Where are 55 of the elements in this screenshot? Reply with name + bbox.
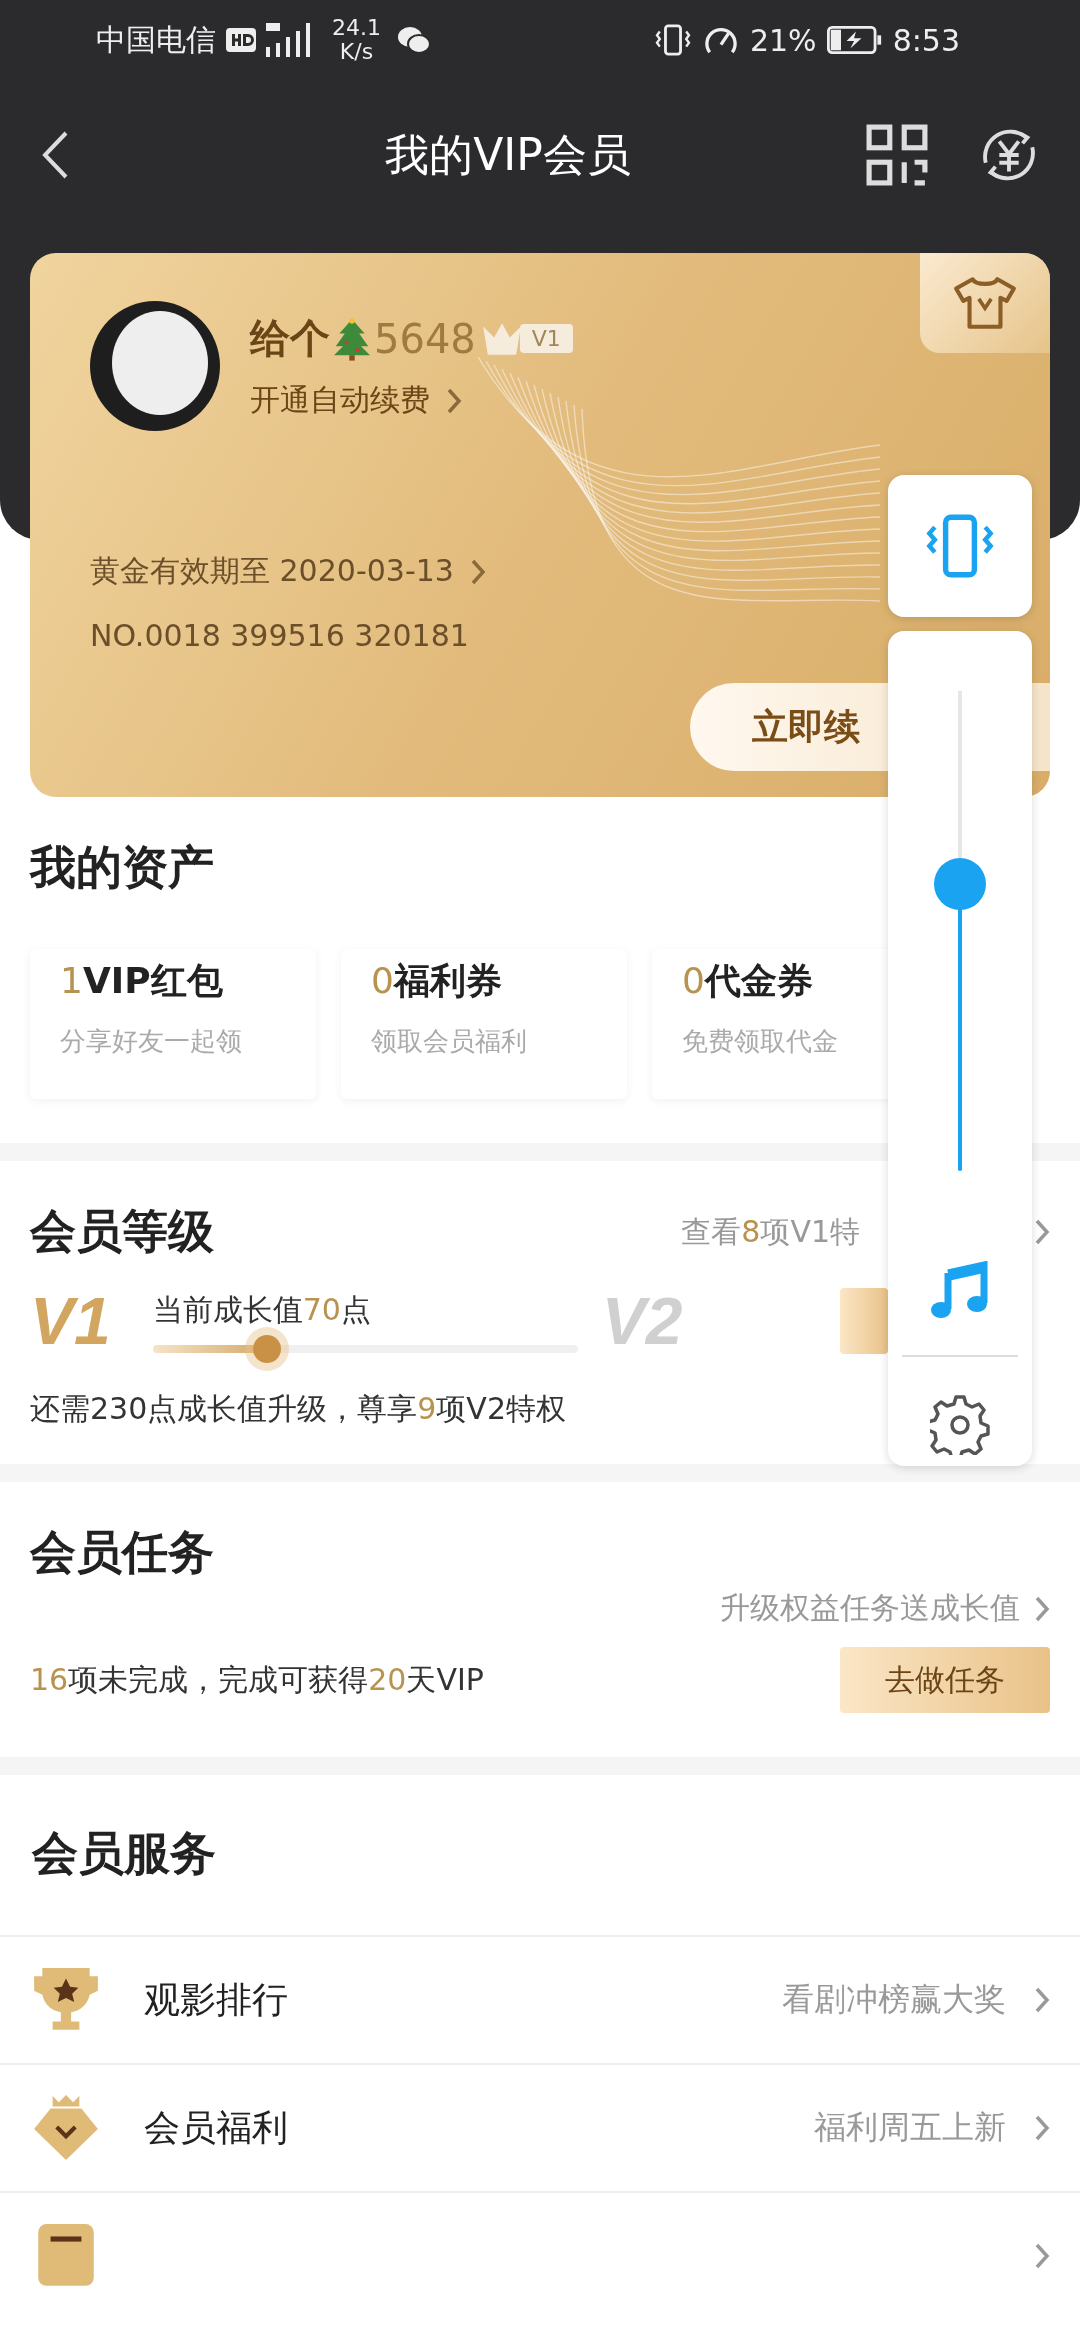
user-name-number: 5648 [374, 315, 476, 362]
expiry-date-link[interactable]: 黄金有效期至 2020-03-13 [90, 551, 454, 592]
service-row[interactable]: 观影排行 看剧冲榜赢大奖 [0, 1935, 1080, 2063]
service-label: 会员福利 [144, 2105, 288, 2150]
service-row[interactable]: 会员福利 福利周五上新 [0, 2063, 1080, 2191]
christmas-tree-icon [334, 316, 370, 361]
asset-description: 分享好友一起领 [60, 1025, 243, 1058]
vibrate-dialog[interactable] [888, 475, 1032, 617]
membership-card[interactable]: 给个 5648 V1 开通自动续费 黄金有效期至 2020-03-13 NO.0018 399516 320181 立即续 [30, 253, 1050, 797]
settings-icon[interactable] [930, 1395, 990, 1455]
asset-title: 1VIP红包 [60, 959, 224, 1003]
carrier-name: 中国电信 [96, 20, 216, 59]
asset-description: 领取会员福利 [371, 1025, 528, 1058]
asset-description: 免费领取代金 [682, 1025, 839, 1058]
service-hint: 福利周五上新 [814, 2107, 1006, 2148]
chat-bubbles-icon [397, 26, 431, 54]
asset-card[interactable]: 1VIP红包 分享好友一起领 [30, 949, 316, 1099]
chevron-right-icon [446, 386, 462, 415]
network-speed: 24.1 K/s [332, 16, 381, 64]
clock-time: 8:53 [892, 22, 960, 58]
t-shirt-icon [952, 276, 1018, 330]
chevron-right-icon [1034, 1986, 1050, 2014]
section-title: 会员任务 [30, 1524, 214, 1581]
chevron-right-icon [1034, 1594, 1050, 1623]
music-note-icon [930, 1261, 990, 1321]
back-icon[interactable] [40, 130, 70, 180]
battery-charging-icon [826, 26, 883, 54]
qr-code-icon[interactable] [866, 124, 928, 186]
chevron-right-icon [1034, 2114, 1050, 2142]
growth-value-text: 当前成长值70点 [152, 1290, 372, 1329]
auto-renew-link[interactable]: 开通自动续费 [250, 380, 430, 421]
upgrade-note: 还需230点成长值升级，尊享9项V2特权 [30, 1390, 566, 1428]
card-tab[interactable] [920, 253, 1050, 353]
battery-percent: 21% [749, 22, 817, 58]
chevron-right-icon [469, 557, 486, 586]
service-label: 观影排行 [144, 1977, 288, 2022]
user-name: 给个 [250, 314, 330, 363]
level-badge: V1 [519, 324, 573, 353]
do-tasks-button[interactable]: 去做任务 [840, 1647, 1050, 1713]
chevron-right-icon [1034, 2242, 1050, 2270]
asset-title: 0代金券 [682, 959, 814, 1003]
page-title: 我的VIP会员 [384, 127, 632, 182]
asset-title: 0福利券 [371, 959, 503, 1003]
section-title: 会员等级 [30, 1203, 214, 1260]
current-level-label: V1 [30, 1283, 111, 1359]
hd-icon [226, 28, 256, 52]
section-title: 会员服务 [30, 1825, 217, 1882]
service-hint: 看剧冲榜赢大奖 [782, 1979, 1006, 2020]
vibrate-icon [653, 24, 692, 56]
card-number: NO.0018 399516 320181 [90, 618, 470, 653]
asset-card[interactable]: 0福利券 领取会员福利 [341, 949, 627, 1099]
task-summary: 16项未完成，完成可获得20天VIP [30, 1660, 484, 1699]
vibrate-icon [924, 514, 996, 578]
section-title: 我的资产 [30, 839, 214, 896]
chevron-right-icon [1034, 1218, 1050, 1246]
